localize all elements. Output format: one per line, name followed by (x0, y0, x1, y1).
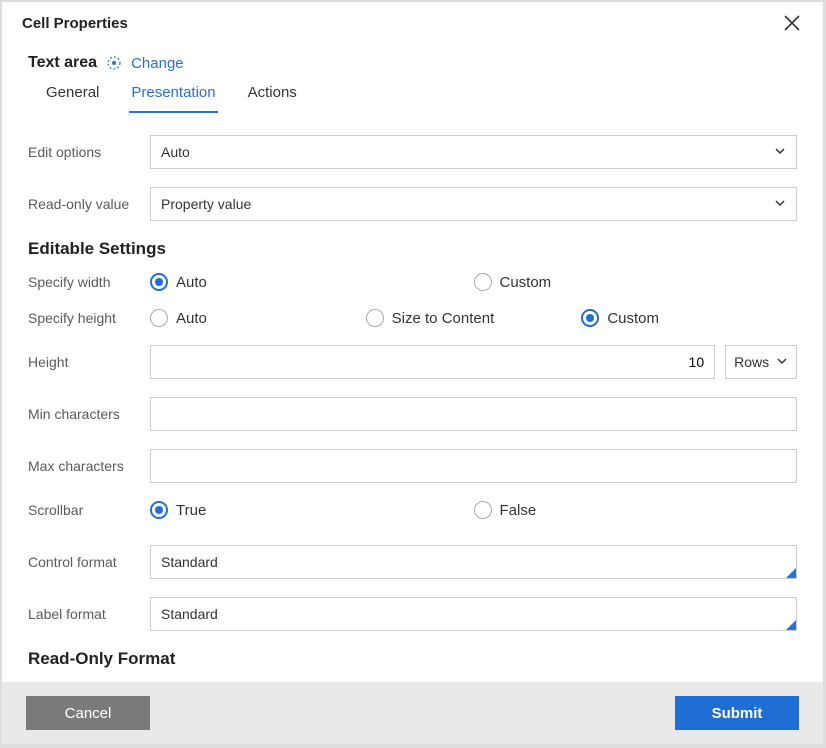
readonly-value-select[interactable]: Property value (150, 187, 797, 221)
scrollbar-false-radio[interactable]: False (474, 501, 537, 519)
readonly-value-row: Read-only value Property value (28, 187, 797, 221)
max-chars-input[interactable] (150, 449, 797, 483)
height-label: Height (28, 354, 150, 370)
min-chars-row: Min characters (28, 397, 797, 431)
control-type-row: Text area Change (28, 54, 797, 72)
max-chars-row: Max characters (28, 449, 797, 483)
label-format-input[interactable]: Standard (150, 597, 797, 631)
control-format-value: Standard (161, 554, 218, 570)
corner-indicator-icon (786, 568, 796, 578)
change-link[interactable]: Change (131, 55, 184, 72)
specify-height-row: Specify height Auto Size to Content (28, 309, 797, 327)
corner-indicator-icon (786, 620, 796, 630)
height-unit-select[interactable]: Rows (725, 345, 797, 379)
edit-options-value: Auto (161, 144, 190, 160)
width-custom-radio[interactable]: Custom (474, 273, 552, 291)
max-chars-label: Max characters (28, 458, 150, 474)
scrollbar-true-label: True (176, 502, 206, 519)
scrollbar-false-label: False (500, 502, 537, 519)
dialog-header: Cell Properties (2, 2, 823, 40)
tabs: General Presentation Actions (28, 78, 797, 113)
radio-icon (150, 309, 168, 327)
cell-properties-dialog: Cell Properties Text area Change General… (2, 2, 823, 744)
specify-width-label: Specify width (28, 274, 150, 290)
height-auto-label: Auto (176, 310, 207, 327)
readonly-value-value: Property value (161, 196, 251, 212)
min-chars-input[interactable] (150, 397, 797, 431)
specify-width-row: Specify width Auto Custom (28, 273, 797, 291)
radio-icon (474, 273, 492, 291)
scrollbar-row: Scrollbar True False (28, 501, 797, 519)
readonly-format-title: Read-Only Format (28, 649, 797, 669)
label-format-row: Label format Standard (28, 597, 797, 631)
control-type-label: Text area (28, 54, 97, 72)
submit-button[interactable]: Submit (675, 696, 799, 730)
chevron-down-icon (776, 354, 788, 370)
radio-icon (474, 501, 492, 519)
radio-icon (150, 273, 168, 291)
edit-options-select[interactable]: Auto (150, 135, 797, 169)
radio-icon (150, 501, 168, 519)
tab-presentation[interactable]: Presentation (129, 78, 217, 113)
editable-settings-title: Editable Settings (28, 239, 797, 259)
height-input[interactable] (150, 345, 715, 379)
label-format-label: Label format (28, 606, 150, 622)
readonly-value-label: Read-only value (28, 196, 150, 212)
tab-actions[interactable]: Actions (246, 78, 299, 113)
dialog-body-scroll[interactable]: Text area Change General Presentation Ac… (2, 40, 823, 682)
tab-general[interactable]: General (44, 78, 101, 113)
dialog-title: Cell Properties (22, 15, 128, 32)
control-format-input[interactable]: Standard (150, 545, 797, 579)
radio-icon (581, 309, 599, 327)
edit-options-label: Edit options (28, 144, 150, 160)
specify-height-label: Specify height (28, 310, 150, 326)
height-custom-label: Custom (607, 310, 659, 327)
close-button[interactable] (781, 12, 803, 34)
dialog-footer: Cancel Submit (2, 682, 823, 744)
height-unit-value: Rows (734, 354, 769, 370)
min-chars-label: Min characters (28, 406, 150, 422)
height-size-radio[interactable]: Size to Content (366, 309, 495, 327)
width-auto-label: Auto (176, 274, 207, 291)
height-auto-radio[interactable]: Auto (150, 309, 207, 327)
target-icon[interactable] (105, 54, 123, 72)
control-format-label: Control format (28, 554, 150, 570)
chevron-down-icon (774, 144, 786, 160)
close-icon (783, 14, 801, 32)
scrollbar-true-radio[interactable]: True (150, 501, 206, 519)
width-custom-label: Custom (500, 274, 552, 291)
scrollbar-label: Scrollbar (28, 502, 150, 518)
control-format-row: Control format Standard (28, 545, 797, 579)
width-auto-radio[interactable]: Auto (150, 273, 207, 291)
label-format-value: Standard (161, 606, 218, 622)
radio-icon (366, 309, 384, 327)
chevron-down-icon (774, 196, 786, 212)
height-row: Height Rows (28, 345, 797, 379)
edit-options-row: Edit options Auto (28, 135, 797, 169)
cancel-button[interactable]: Cancel (26, 696, 150, 730)
height-custom-radio[interactable]: Custom (581, 309, 659, 327)
height-size-label: Size to Content (392, 310, 495, 327)
